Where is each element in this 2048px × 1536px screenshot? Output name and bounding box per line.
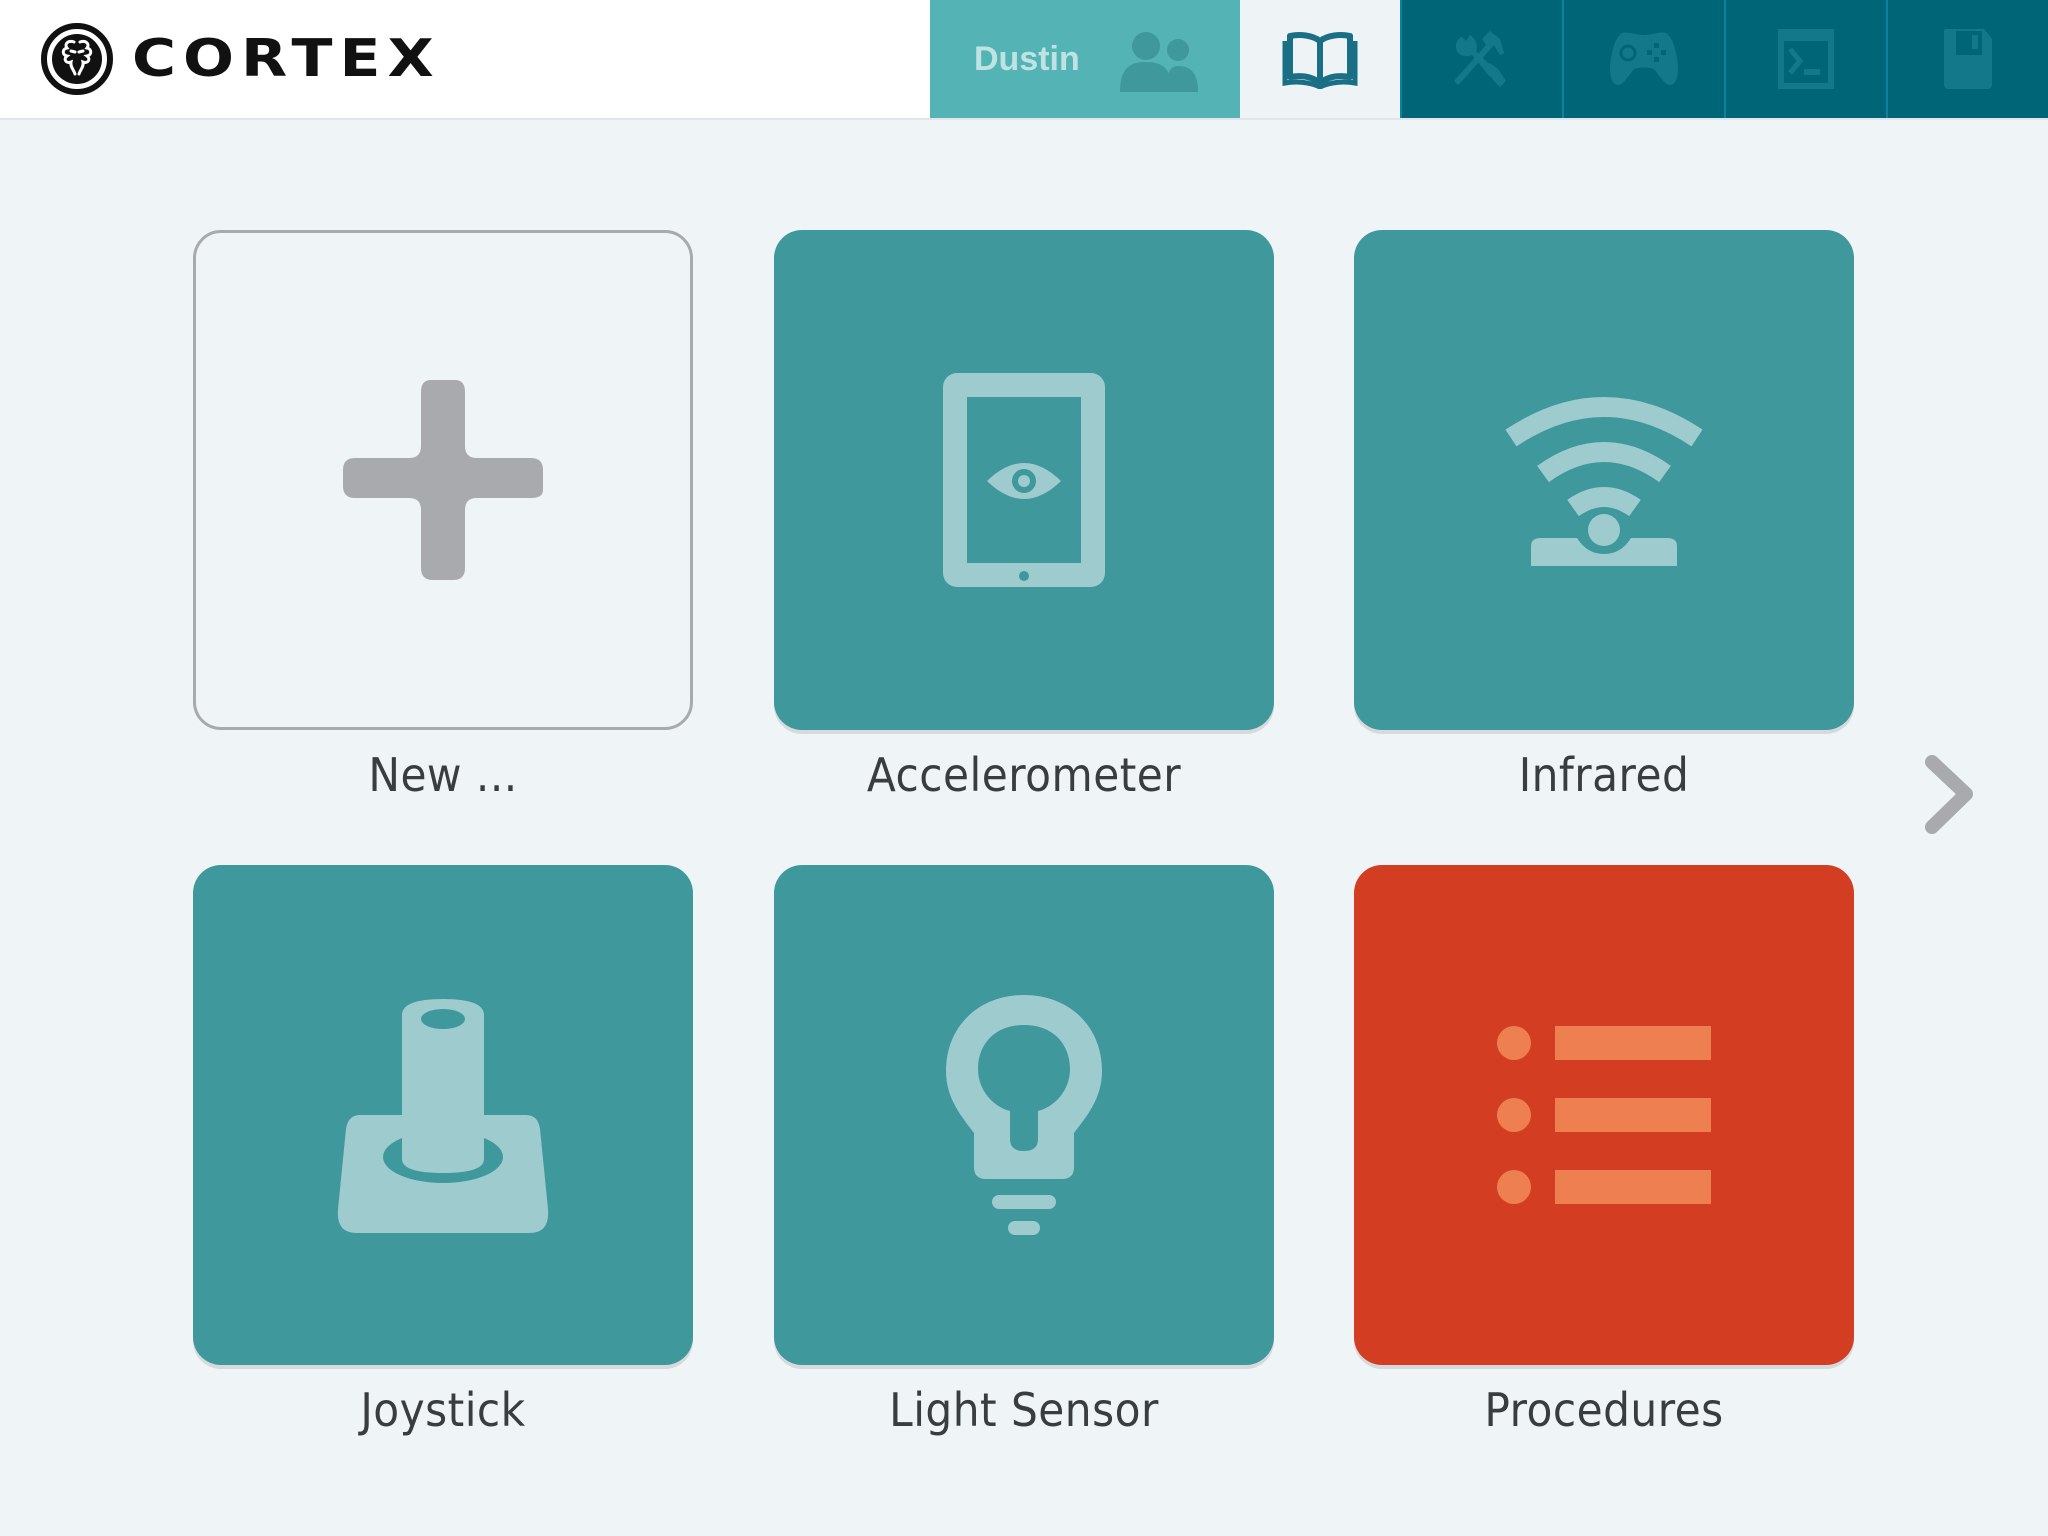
tile-label: Infrared xyxy=(1518,748,1690,802)
toolbar-tabs xyxy=(1400,0,2048,118)
lightbulb-icon xyxy=(946,995,1102,1235)
users-icon xyxy=(1120,32,1198,92)
tab-tools[interactable] xyxy=(1400,0,1562,118)
tile-infrared: Infrared xyxy=(1354,230,1854,802)
tile-new: New ... xyxy=(193,230,693,802)
accelerometer-button[interactable] xyxy=(774,230,1274,730)
tile-label: Joystick xyxy=(360,1383,526,1437)
app-header: CORTEX Dustin xyxy=(0,0,2048,120)
tile-procedures: Procedures xyxy=(1354,865,1854,1437)
procedures-button[interactable] xyxy=(1354,865,1854,1365)
joystick-icon xyxy=(337,999,549,1233)
new-module-button[interactable] xyxy=(193,230,693,730)
tab-console[interactable] xyxy=(1724,0,1886,118)
tab-controller[interactable] xyxy=(1562,0,1724,118)
infrared-button[interactable] xyxy=(1354,230,1854,730)
terminal-icon xyxy=(1778,29,1834,89)
app-logo: CORTEX xyxy=(40,20,441,98)
tile-joystick: Joystick xyxy=(193,865,693,1437)
light-sensor-button[interactable] xyxy=(774,865,1274,1365)
user-tab[interactable]: Dustin xyxy=(930,0,1240,118)
tablet-eye-icon xyxy=(943,373,1105,587)
app-name: CORTEX xyxy=(132,28,441,90)
tile-label: Procedures xyxy=(1484,1383,1724,1437)
tile-label: New ... xyxy=(368,748,518,802)
tile-label: Accelerometer xyxy=(866,748,1182,802)
infrared-signal-icon xyxy=(1505,397,1703,566)
tab-library[interactable] xyxy=(1240,0,1400,118)
gamepad-icon xyxy=(1610,32,1678,85)
list-icon xyxy=(1497,1026,1711,1204)
user-name: Dustin xyxy=(974,39,1080,78)
tile-label: Light Sensor xyxy=(889,1383,1159,1437)
chevron-right-icon[interactable] xyxy=(1920,752,1980,837)
floppy-disk-icon xyxy=(1944,29,1992,89)
tools-icon xyxy=(1454,31,1506,87)
tile-accelerometer: Accelerometer xyxy=(774,230,1274,802)
book-icon xyxy=(1282,32,1358,89)
plus-icon xyxy=(343,380,543,580)
tab-save[interactable] xyxy=(1886,0,2048,118)
tile-light-sensor: Light Sensor xyxy=(774,865,1274,1437)
joystick-button[interactable] xyxy=(193,865,693,1365)
brain-icon xyxy=(41,23,113,95)
